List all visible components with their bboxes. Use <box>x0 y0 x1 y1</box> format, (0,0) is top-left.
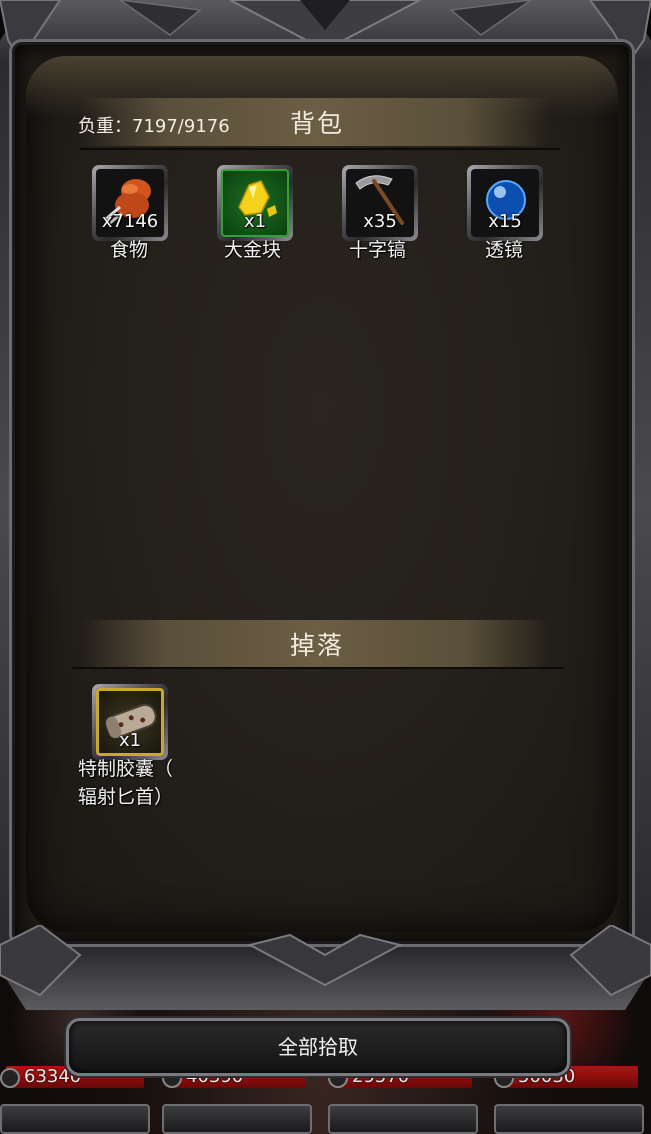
drops-title: 掉落 <box>290 631 345 660</box>
power-icon <box>0 1068 20 1088</box>
item-count: x15 <box>488 211 522 232</box>
item-name: 食物 <box>110 239 149 261</box>
item-name: 十字镐 <box>349 239 407 261</box>
item-count: x7146 <box>101 211 159 232</box>
drop-item-name-line2: 辐射匕首） <box>78 786 174 808</box>
party-card[interactable]: 40390 <box>162 1066 312 1134</box>
item-name: 大金块 <box>224 239 282 261</box>
party-card-base <box>494 1104 644 1134</box>
party-card[interactable]: 63340 <box>0 1066 150 1134</box>
divider <box>72 667 564 669</box>
party-card-base <box>162 1104 312 1134</box>
item-count: x1 <box>118 730 142 751</box>
weight-readout: 负重：7197/9176 <box>78 112 230 138</box>
item-slot-lens[interactable]: x15 透镜 <box>467 165 543 261</box>
party-card[interactable]: 29570 <box>328 1066 478 1134</box>
weight-value: 7197/9176 <box>132 116 230 137</box>
weight-label: 负重： <box>78 116 132 137</box>
item-name: 透镜 <box>485 239 524 261</box>
party-card-base <box>328 1104 478 1134</box>
item-slot-gold-nugget[interactable]: x1 大金块 <box>217 165 293 261</box>
drop-item-name-line1: 特制胶囊（ <box>78 758 174 780</box>
item-slot-pickaxe[interactable]: x35 十字镐 <box>342 165 418 261</box>
divider <box>80 148 560 150</box>
frame-bottom-ornament-icon <box>0 925 651 997</box>
party-card-base <box>0 1104 150 1134</box>
pick-all-button[interactable]: 全部拾取 <box>66 1018 570 1076</box>
item-count: x35 <box>363 211 397 232</box>
party-card[interactable]: 50030 <box>494 1066 644 1134</box>
item-slot-capsule[interactable]: x1 <box>92 684 168 760</box>
backpack-title: 背包 <box>290 109 345 138</box>
item-slot-food[interactable]: x7146 食物 <box>92 165 168 261</box>
item-count: x1 <box>243 211 267 232</box>
